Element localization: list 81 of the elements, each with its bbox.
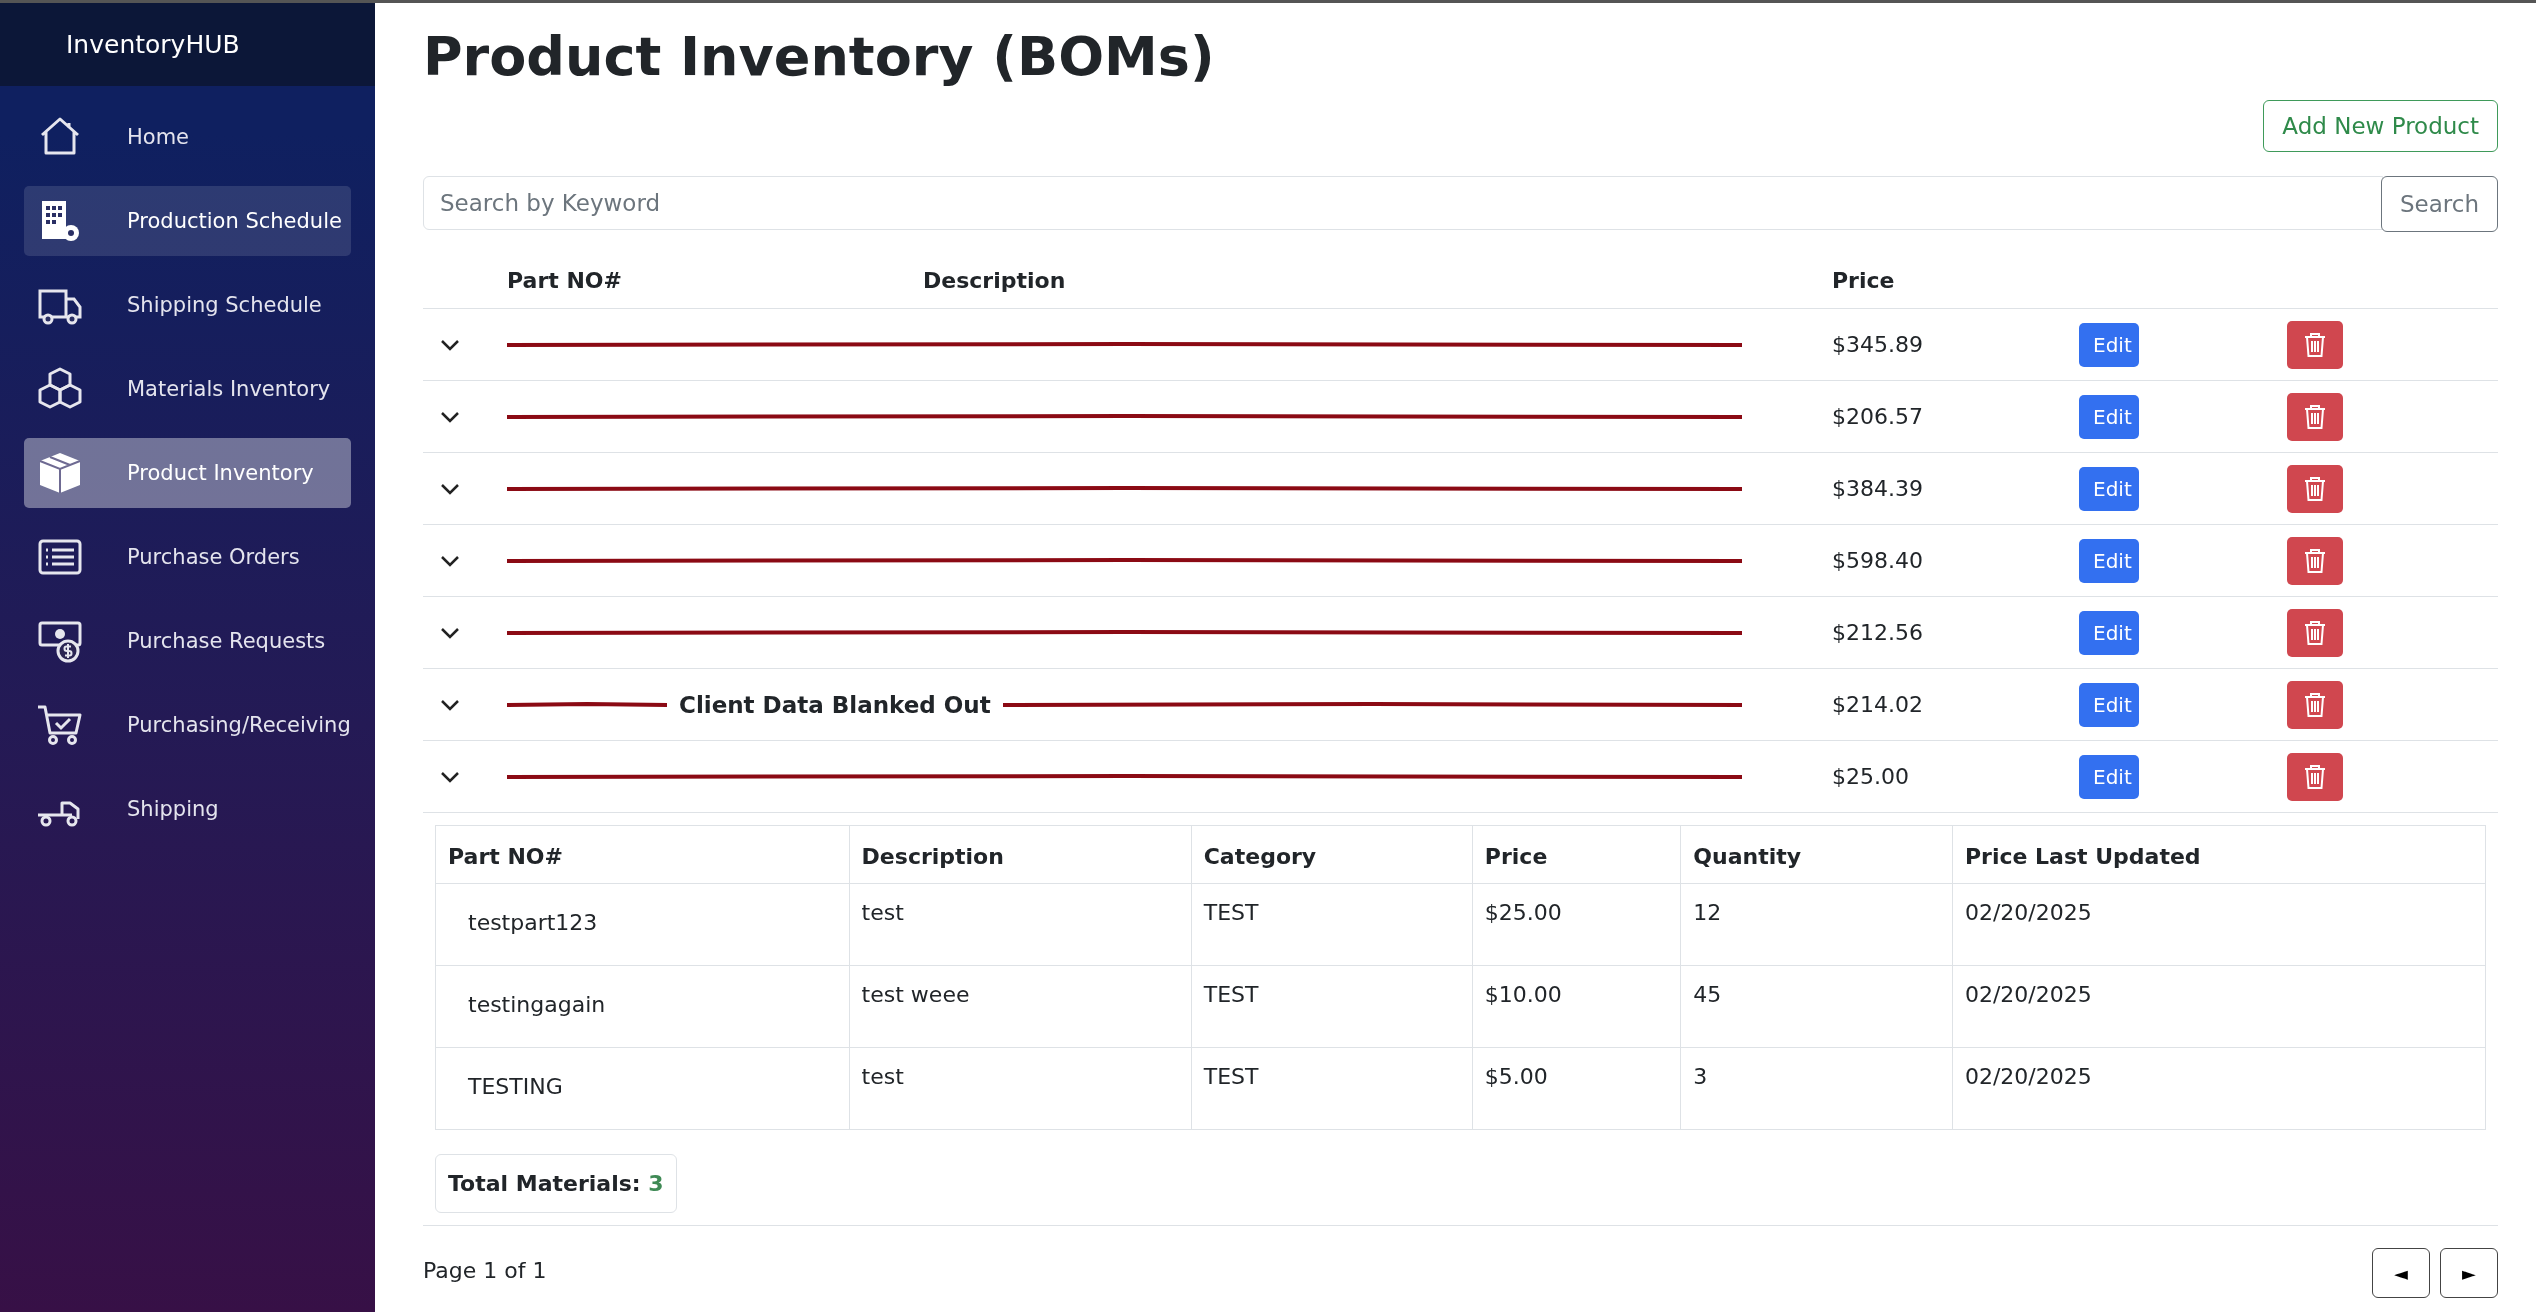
delete-button[interactable]: [2287, 680, 2343, 729]
sidebar-item[interactable]: Purchase Orders: [24, 522, 351, 592]
table-cell: test weee: [849, 965, 1192, 1048]
sidebar-item[interactable]: Purchasing/Receiving: [24, 690, 351, 760]
column-header: Part NO#: [507, 267, 623, 293]
table-cell: TESTING: [435, 1047, 850, 1130]
table-cell: test: [849, 883, 1192, 966]
edit-button[interactable]: Edit: [2079, 682, 2139, 727]
edit-button[interactable]: Edit: [2079, 538, 2139, 583]
trash-icon: [2303, 619, 2327, 646]
sidebar-item[interactable]: Shipping: [24, 774, 351, 844]
delete-button[interactable]: [2287, 320, 2343, 369]
table-cell: $25.00: [1472, 883, 1681, 966]
table-cell: TEST: [1191, 1047, 1473, 1130]
sidebar-item[interactable]: Production Schedule: [24, 186, 351, 256]
column-header: Description: [923, 267, 1067, 293]
price-cell-text: $345.89: [1832, 332, 1924, 358]
delete-button[interactable]: [2287, 392, 2343, 441]
chevron-down-icon[interactable]: [439, 697, 461, 712]
table-cell: testingagain: [435, 965, 850, 1048]
redaction-note: Client Data Blanked Out: [679, 691, 991, 718]
edit-button[interactable]: Edit: [2079, 394, 2139, 439]
total-materials: Total Materials: 3: [435, 1154, 677, 1214]
column-header: Part NO#: [435, 825, 850, 884]
table-cell: 02/20/2025: [1952, 1047, 2486, 1130]
trash-icon: [2303, 763, 2327, 790]
table-cell: testpart123: [435, 883, 850, 966]
price-cell-text: $598.40: [1832, 548, 1924, 574]
trash-icon: [2303, 691, 2327, 718]
delete-button[interactable]: [2287, 752, 2343, 801]
table-cell: TEST: [1191, 883, 1473, 966]
sidebar-item[interactable]: Shipping Schedule: [24, 270, 351, 340]
chevron-down-icon[interactable]: [439, 769, 461, 784]
price-cell-text: $384.39: [1832, 476, 1924, 502]
table-cell: $10.00: [1472, 965, 1681, 1048]
column-header: Price: [1472, 825, 1681, 884]
table-cell: 45: [1680, 965, 1953, 1048]
page-info: Page 1 of 1: [423, 1257, 547, 1284]
table-cell: TEST: [1191, 965, 1473, 1048]
table-cell: test: [849, 1047, 1192, 1130]
price-cell-text: $206.57: [1832, 404, 1924, 430]
column-header: Description: [849, 825, 1192, 884]
chevron-down-icon[interactable]: [439, 625, 461, 640]
sidebar-item[interactable]: Home: [24, 102, 351, 172]
edit-button[interactable]: Edit: [2079, 754, 2139, 799]
edit-button[interactable]: Edit: [2079, 466, 2139, 511]
column-header: Category: [1191, 825, 1473, 884]
column-header: Price: [1832, 267, 1896, 293]
search-button[interactable]: Search: [2380, 176, 2498, 233]
add-product-button[interactable]: Add New Product: [2263, 100, 2498, 153]
chevron-down-icon[interactable]: [439, 553, 461, 568]
table-cell: 12: [1680, 883, 1953, 966]
table-cell: 02/20/2025: [1952, 965, 2486, 1048]
price-cell-text: $214.02: [1832, 692, 1924, 718]
price-cell-text: $212.56: [1832, 620, 1924, 646]
table-cell: 02/20/2025: [1952, 883, 2486, 966]
edit-button[interactable]: Edit: [2079, 322, 2139, 367]
delete-button[interactable]: [2287, 536, 2343, 585]
delete-button[interactable]: [2287, 608, 2343, 657]
page-title: Product Inventory (BOMs): [423, 27, 1215, 87]
trash-icon: [2303, 331, 2327, 358]
next-page-button[interactable]: ►: [2440, 1248, 2498, 1299]
column-header: Quantity: [1680, 825, 1953, 884]
search-field[interactable]: Search by Keyword: [423, 176, 2383, 231]
sidebar-item[interactable]: Materials Inventory: [24, 354, 351, 424]
trash-icon: [2303, 475, 2327, 502]
column-header: Price Last Updated: [1952, 825, 2486, 884]
table-cell: 3: [1680, 1047, 1953, 1130]
previous-page-button[interactable]: ◄: [2372, 1248, 2430, 1299]
trash-icon: [2303, 403, 2327, 430]
trash-icon: [2303, 547, 2327, 574]
price-cell-text: $25.00: [1832, 764, 1910, 790]
chevron-down-icon[interactable]: [439, 409, 461, 424]
sidebar-item[interactable]: Product Inventory: [24, 438, 351, 508]
app-logo-text: InventoryHUB: [66, 30, 240, 59]
delete-button[interactable]: [2287, 464, 2343, 513]
chevron-down-icon[interactable]: [439, 481, 461, 496]
sidebar-item[interactable]: Purchase Requests: [24, 606, 351, 676]
chevron-down-icon[interactable]: [439, 337, 461, 352]
table-cell: $5.00: [1472, 1047, 1681, 1130]
edit-button[interactable]: Edit: [2079, 610, 2139, 655]
